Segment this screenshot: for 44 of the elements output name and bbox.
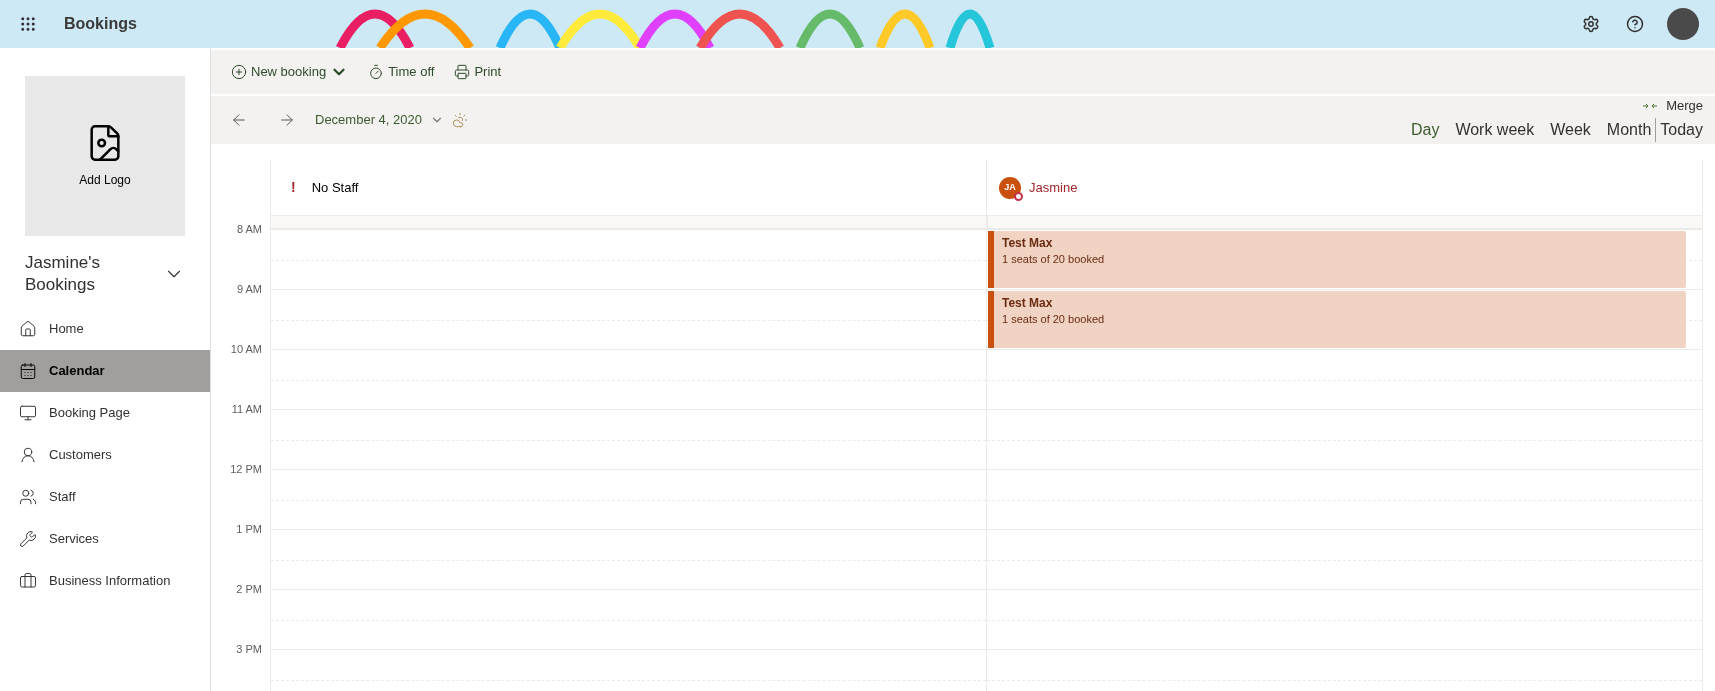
nav-item[interactable]: Home xyxy=(0,308,210,350)
nav-item[interactable]: Services xyxy=(0,518,210,560)
view-tab[interactable]: Week xyxy=(1550,118,1591,142)
column-header: Jasmine xyxy=(1029,178,1078,197)
booking-event[interactable]: Test Max 1 seats of 20 booked xyxy=(988,291,1686,348)
monitor-icon xyxy=(19,404,37,422)
status-ring-icon xyxy=(1014,191,1023,201)
plus-circle-icon xyxy=(231,64,247,80)
printer-icon xyxy=(454,64,471,80)
people-icon xyxy=(19,488,37,506)
merge-button[interactable]: Merge xyxy=(1642,98,1703,114)
view-tab[interactable]: Work week xyxy=(1455,118,1535,142)
wrench-icon xyxy=(19,530,37,548)
toolbar-button[interactable]: New booking xyxy=(231,62,349,82)
toolbar-button[interactable]: Time off xyxy=(368,62,435,82)
stopwatch-icon xyxy=(368,64,385,80)
date-picker[interactable]: December 4, 2020 xyxy=(315,110,444,130)
nav-item[interactable]: Customers xyxy=(0,434,210,476)
event-detail: 1 seats of 20 booked xyxy=(1002,312,1106,327)
merge-arrows-icon xyxy=(1642,102,1659,110)
nav-item[interactable]: Staff xyxy=(0,476,210,518)
nav-item[interactable]: Booking Page xyxy=(0,392,210,434)
app-title: Bookings xyxy=(64,14,137,34)
today-button[interactable]: Today xyxy=(1655,118,1703,142)
staff-avatar: JA xyxy=(999,176,1021,199)
event-title: Test Max xyxy=(1002,295,1054,311)
avatar[interactable] xyxy=(1667,8,1699,40)
event-title: Test Max xyxy=(1002,235,1054,251)
person-icon xyxy=(19,446,37,464)
home-icon xyxy=(19,320,37,338)
weather-icon xyxy=(451,112,468,128)
nav-item[interactable]: Calendar xyxy=(0,350,210,392)
calendar-icon xyxy=(19,362,37,380)
business-selector[interactable]: Jasmine's Bookings xyxy=(25,252,185,296)
add-logo-button[interactable]: Add Logo xyxy=(25,76,185,236)
nav-item[interactable]: Business Information xyxy=(0,560,210,602)
event-detail: 1 seats of 20 booked xyxy=(1002,252,1106,267)
toolbar-button[interactable]: Print xyxy=(454,62,502,82)
column-header: No Staff xyxy=(311,178,359,197)
booking-event[interactable]: Test Max 1 seats of 20 booked xyxy=(988,231,1686,288)
briefcase-icon xyxy=(19,572,37,590)
view-tab[interactable]: Day xyxy=(1410,118,1440,142)
view-tab[interactable]: Month xyxy=(1606,118,1652,142)
warning-mark: ! xyxy=(291,178,296,197)
